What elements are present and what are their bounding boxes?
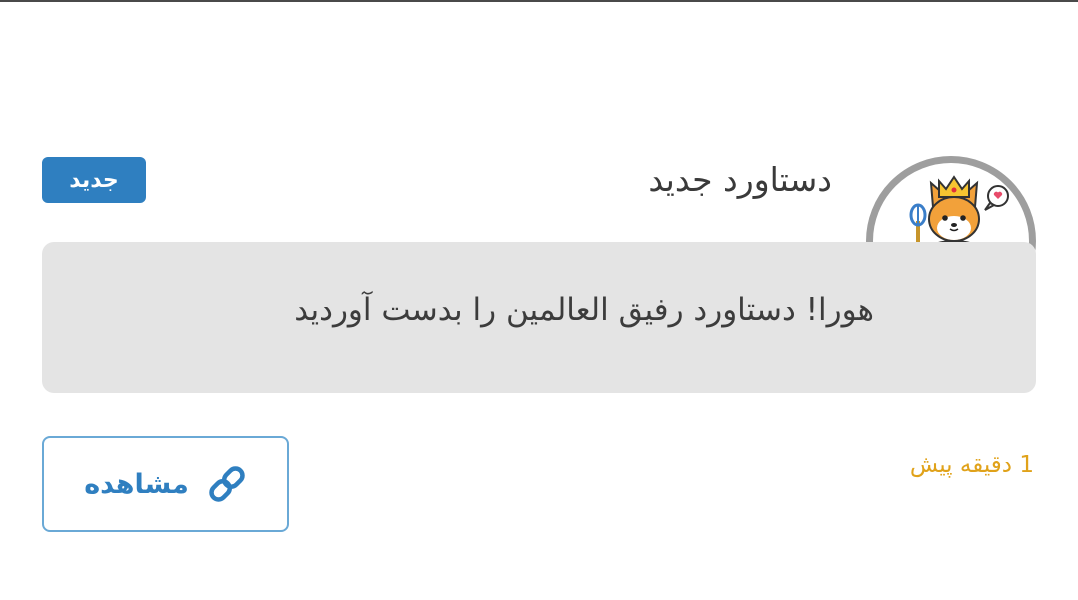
new-badge: جدید	[42, 157, 146, 203]
view-button[interactable]: مشاهده	[42, 436, 289, 532]
notification-time: 1 دقیقه پیش	[909, 452, 1034, 478]
link-icon	[207, 464, 247, 504]
achievement-notification: دستاورد جدید جدید هورا! دستاورد رفیق الع…	[0, 0, 1078, 600]
notification-title: دستاورد جدید	[648, 160, 832, 199]
notification-message: هورا! دستاورد رفیق العالمین را بدست آورد…	[294, 292, 874, 328]
view-button-label: مشاهده	[84, 468, 189, 500]
